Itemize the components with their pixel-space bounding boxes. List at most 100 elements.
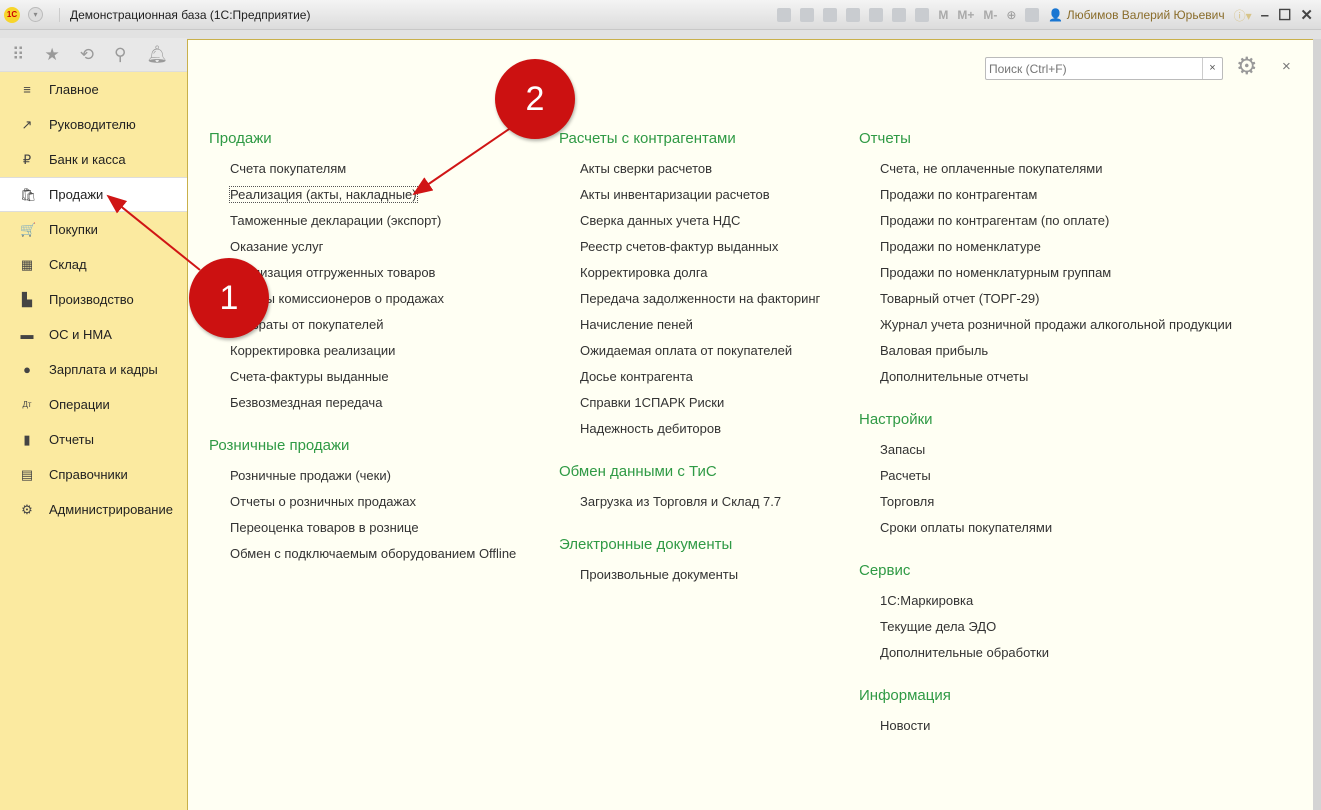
sidebar-item-3[interactable]: ₽ Банк и касса xyxy=(0,142,187,177)
nav-link-label: Акты сверки расчетов xyxy=(580,161,713,176)
nav-link-label: Загрузка из Торговля и Склад 7.7 xyxy=(580,494,782,509)
save-icon[interactable] xyxy=(777,8,792,22)
nav-link[interactable]: Досье контрагента xyxy=(580,369,820,395)
zoom-icon[interactable]: ⊕ xyxy=(1006,8,1016,22)
nav-link[interactable]: Реализация отгруженных товаров xyxy=(230,265,516,291)
memory-plus-button[interactable]: M+ xyxy=(957,8,974,22)
close-panel-button[interactable]: × xyxy=(1282,58,1291,75)
nav-link[interactable]: Запасы xyxy=(880,442,1232,468)
sidebar-item-6[interactable]: ▦ Склад xyxy=(0,247,187,282)
nav-link[interactable]: Акты сверки расчетов xyxy=(580,161,820,187)
nav-link[interactable]: Ожидаемая оплата от покупателей xyxy=(580,343,820,369)
section-heading: Расчеты с контрагентами xyxy=(559,130,736,147)
send-icon[interactable] xyxy=(846,8,861,22)
favorites-star-icon[interactable]: ★ xyxy=(44,45,59,65)
minimize-button[interactable]: – xyxy=(1261,7,1269,24)
nav-link[interactable]: Возвраты от покупателей xyxy=(230,317,516,343)
nav-link[interactable]: Загрузка из Торговля и Склад 7.7 xyxy=(580,494,820,520)
memory-button[interactable]: M xyxy=(938,8,948,22)
memory-minus-button[interactable]: M- xyxy=(983,8,997,22)
sidebar-item-label: Склад xyxy=(49,257,87,272)
cart-icon: 🛒 xyxy=(20,221,37,237)
apps-grid-icon[interactable]: ⠿ xyxy=(12,45,24,65)
nav-link[interactable]: Расчеты xyxy=(880,468,1232,494)
nav-link[interactable]: Справки 1СПАРК Риски xyxy=(580,395,820,421)
settings-gear-icon[interactable]: ⚙ xyxy=(1236,52,1258,81)
nav-link-label: Ожидаемая оплата от покупателей xyxy=(580,343,793,358)
info-icon[interactable]: ⓘ▾ xyxy=(1234,7,1252,24)
nav-link[interactable]: Сверка данных учета НДС xyxy=(580,213,820,239)
nav-link-label: Безвозмездная передача xyxy=(230,395,383,410)
preview-icon[interactable] xyxy=(823,8,838,22)
nav-link-label: Текущие дела ЭДО xyxy=(880,619,997,634)
print-icon[interactable] xyxy=(800,8,815,22)
nav-link[interactable]: Акты инвентаризации расчетов xyxy=(580,187,820,213)
nav-link[interactable]: Отчеты комиссионеров о продажах xyxy=(230,291,516,317)
nav-link[interactable]: Торговля xyxy=(880,494,1232,520)
nav-link[interactable]: Счета покупателям xyxy=(230,161,516,187)
nav-link[interactable]: Оказание услуг xyxy=(230,239,516,265)
clear-search-button[interactable]: × xyxy=(1202,58,1222,79)
sidebar-item-9[interactable]: ● Зарплата и кадры xyxy=(0,352,187,387)
sidebar-item-2[interactable]: ↗ Руководителю xyxy=(0,107,187,142)
nav-link[interactable]: Счета-фактуры выданные xyxy=(230,369,516,395)
nav-link[interactable]: Переоценка товаров в рознице xyxy=(230,520,516,546)
nav-link[interactable]: Обмен с подключаемым оборудованием Offli… xyxy=(230,546,516,572)
panel-icon[interactable] xyxy=(1025,8,1040,22)
main-menu-button[interactable]: ▾ xyxy=(28,7,43,22)
nav-link[interactable]: Счета, не оплаченные покупателями xyxy=(880,161,1232,187)
close-window-button[interactable]: ✕ xyxy=(1300,6,1313,24)
nav-link[interactable]: Продажи по номенклатуре xyxy=(880,239,1232,265)
sidebar-item-10[interactable]: Дт Операции xyxy=(0,387,187,422)
nav-link[interactable]: Продажи по номенклатурным группам xyxy=(880,265,1232,291)
notifications-bell-icon[interactable]: 🔔︎ xyxy=(146,45,168,65)
nav-link[interactable]: Отчеты о розничных продажах xyxy=(230,494,516,520)
title-bar: 1С ▾ Демонстрационная база (1С:Предприят… xyxy=(0,0,1321,30)
nav-link[interactable]: Новости xyxy=(880,718,1232,744)
nav-link[interactable]: Дополнительные отчеты xyxy=(880,369,1232,395)
sidebar-item-11[interactable]: ▮ Отчеты xyxy=(0,422,187,457)
sidebar-item-1[interactable]: ≡ Главное xyxy=(0,72,187,107)
nav-link[interactable]: Продажи по контрагентам xyxy=(880,187,1232,213)
search-icon[interactable]: ⚲ xyxy=(114,45,126,65)
sidebar-item-label: Покупки xyxy=(49,222,98,237)
1c-logo-icon[interactable]: 1С xyxy=(4,6,20,23)
nav-link[interactable]: Таможенные декларации (экспорт) xyxy=(230,213,516,239)
sidebar-item-7[interactable]: ▙ Производство xyxy=(0,282,187,317)
nav-link[interactable]: Продажи по контрагентам (по оплате) xyxy=(880,213,1232,239)
nav-link[interactable]: Валовая прибыль xyxy=(880,343,1232,369)
nav-link[interactable]: Начисление пеней xyxy=(580,317,820,343)
nav-link[interactable]: Реестр счетов-фактур выданных xyxy=(580,239,820,265)
current-user[interactable]: 👤 Любимов Валерий Юрьевич xyxy=(1048,8,1224,22)
nav-link[interactable]: Корректировка долга xyxy=(580,265,820,291)
nav-link[interactable]: Журнал учета розничной продажи алкогольн… xyxy=(880,317,1232,343)
nav-link-label: Новости xyxy=(880,718,931,733)
nav-link[interactable]: Товарный отчет (ТОРГ-29) xyxy=(880,291,1232,317)
nav-link[interactable]: Реализация (акты, накладные) xyxy=(229,186,516,213)
history-icon[interactable]: ⟲ xyxy=(80,45,94,65)
nav-link[interactable]: Розничные продажи (чеки) xyxy=(230,468,516,494)
sidebar-item-12[interactable]: ▤ Справочники xyxy=(0,457,187,492)
nav-link[interactable]: Дополнительные обработки xyxy=(880,645,1232,671)
nav-link[interactable]: Текущие дела ЭДО xyxy=(880,619,1232,645)
calculator-icon[interactable] xyxy=(892,8,907,22)
nav-link[interactable]: Произвольные документы xyxy=(580,567,820,593)
nav-link-label: Дополнительные отчеты xyxy=(880,369,1029,384)
sidebar-item-13[interactable]: ⚙ Администрирование xyxy=(0,492,187,527)
nav-link[interactable]: Корректировка реализации xyxy=(230,343,516,369)
print-doc-icon[interactable] xyxy=(869,8,884,22)
sidebar-item-5[interactable]: 🛒 Покупки xyxy=(0,212,187,247)
sidebar: ⠿ ★ ⟲ ⚲ 🔔︎ ≡ Главное ↗ Руководителю ₽ Банк и … xyxy=(0,38,187,810)
nav-link[interactable]: 1С:Маркировка xyxy=(880,593,1232,619)
nav-link[interactable]: Сроки оплаты покупателями xyxy=(880,520,1232,546)
maximize-button[interactable]: ☐ xyxy=(1278,6,1291,24)
sidebar-item-4[interactable]: 🛍 Продажи xyxy=(0,177,187,212)
nav-link[interactable]: Надежность дебиторов xyxy=(580,421,820,447)
search-input[interactable] xyxy=(986,58,1202,79)
bag-icon: 🛍 xyxy=(20,186,37,202)
sidebar-item-8[interactable]: ▬ ОС и НМА xyxy=(0,317,187,352)
nav-link[interactable]: Передача задолженности на факторинг xyxy=(580,291,820,317)
nav-link[interactable]: Безвозмездная передача xyxy=(230,395,516,421)
calendar-icon[interactable] xyxy=(915,8,930,22)
search-field[interactable]: × xyxy=(985,57,1223,80)
